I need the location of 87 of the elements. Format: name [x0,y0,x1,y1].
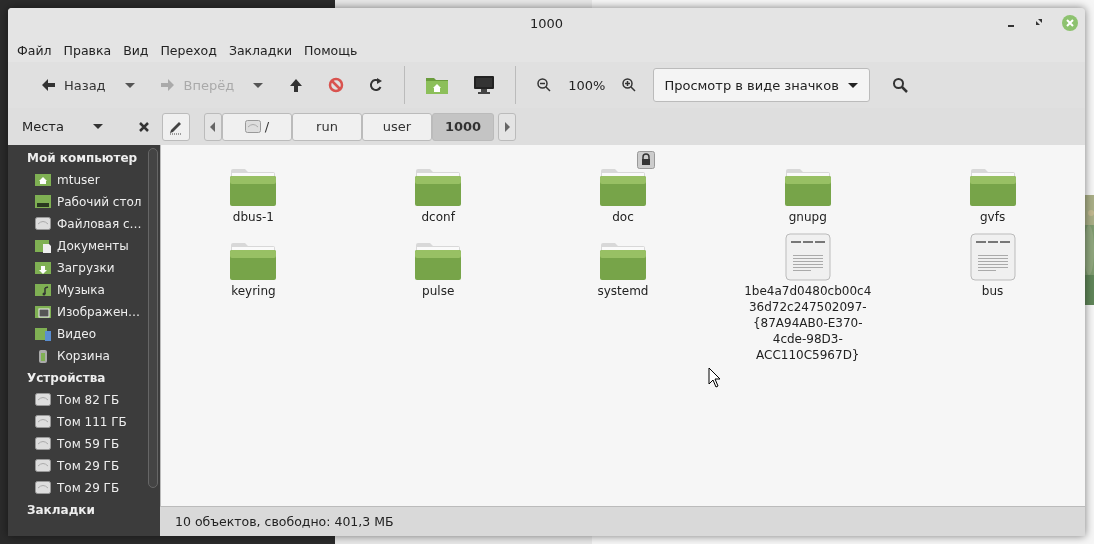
stop-icon [328,77,345,93]
scrollbar[interactable] [148,148,158,488]
caret-icon [91,122,104,131]
zoom-in-icon [621,77,638,93]
sidebar-item[interactable]: Рабочий стол [8,191,160,213]
sidebar-item[interactable]: Загрузки [8,257,160,279]
zoom-level: 100% [567,77,607,93]
text-document-icon [969,233,1016,281]
menu-item[interactable]: Файл [11,42,58,58]
path-button[interactable]: run [292,112,362,141]
file-name[interactable]: doc [556,209,690,225]
folder-icon [35,260,51,276]
drive-icon [35,414,51,430]
scroll-right-button[interactable] [498,112,516,141]
search-icon [891,77,908,93]
left-arrow-icon [210,121,216,132]
path-button[interactable]: user [362,112,432,141]
window-title: 1000 [529,15,564,31]
drive-icon [35,436,51,452]
file-name[interactable]: bus [925,283,1060,299]
sidebar-item[interactable]: Документы [8,235,160,257]
folder-icon [35,194,51,210]
folder-icon [599,241,647,281]
file-name[interactable]: 1be4a7d0480cb00c436d72c247502097-{87A94AB0-E370-4cde-98D3-ACC110C5967D} [740,283,875,363]
caret-icon [846,80,859,90]
sidebar-item[interactable]: Том 82 ГБ [8,389,160,411]
close-icon[interactable] [138,120,150,133]
file-name[interactable]: gnupg [740,209,875,225]
sidebar-item[interactable]: Видео [8,323,160,345]
status-bar: 10 объектов, свободно: 401,3 МБ [160,506,1085,536]
drive-icon [244,118,263,135]
file-name[interactable]: gvfs [925,209,1060,225]
up-arrow-icon [288,77,305,93]
section-heading: Мой компьютер [26,150,139,167]
folder-icon [35,238,51,254]
back-arrow-icon [40,77,56,93]
folder-icon [229,167,278,207]
back-button[interactable]: Назад [28,68,116,102]
folder-icon [414,241,463,281]
menu-item[interactable]: Закладки [222,42,299,58]
drive-icon [35,216,51,232]
sidebar-item[interactable]: mtuser [8,169,160,191]
sidebar-item[interactable]: Изображен… [8,301,160,323]
file-name[interactable]: systemd [556,283,690,299]
drive-icon [35,458,51,474]
drive-icon [35,392,51,408]
home-folder-icon [425,75,450,95]
folder-icon [35,282,51,298]
section-heading: Устройства [26,370,107,387]
path-button[interactable]: 1000 [432,112,494,141]
sidebar-item[interactable]: Музыка [8,279,160,301]
folder-icon [35,326,51,342]
forward-arrow-icon [159,77,176,93]
mouse-cursor-icon [708,367,722,389]
section-heading: Закладки [26,502,96,519]
file-name[interactable]: dconf [371,209,506,225]
text-document-icon [784,233,831,281]
path-button[interactable]: / [222,112,292,141]
caret-icon [123,80,136,90]
sidebar-item[interactable]: Том 111 ГБ [8,411,160,433]
file-name[interactable]: pulse [371,283,506,299]
file-name[interactable]: dbus-1 [186,209,321,225]
right-arrow-icon [504,121,510,132]
folder-icon [599,167,647,207]
monitor-icon [473,75,496,95]
folder-icon [35,304,51,320]
sidebar-item[interactable]: Том 29 ГБ [8,455,160,477]
folder-icon [968,167,1017,207]
edit-path-button[interactable] [162,112,190,141]
caret-icon [252,80,265,90]
scroll-left-button[interactable] [204,112,222,141]
menu-item[interactable]: Помощь [298,42,364,58]
menu-item[interactable]: Правка [57,42,118,58]
folder-icon [35,172,51,188]
menu-item[interactable]: Вид [117,42,155,58]
view-mode-dropdown[interactable]: Просмотр в виде значков [653,68,870,102]
zoom-out-icon [536,77,553,93]
sidebar-item[interactable]: Том 29 ГБ [8,477,160,499]
folder-icon [414,167,463,207]
folder-icon [229,241,278,281]
drive-icon [35,480,51,496]
sidebar-item[interactable]: Корзина [8,345,160,367]
menu-item[interactable]: Переход [154,42,223,58]
sidebar-item[interactable]: Том 59 ГБ [8,433,160,455]
sidebar-item[interactable]: Файловая с… [8,213,160,235]
file-name[interactable]: keyring [186,283,321,299]
folder-icon [783,167,832,207]
